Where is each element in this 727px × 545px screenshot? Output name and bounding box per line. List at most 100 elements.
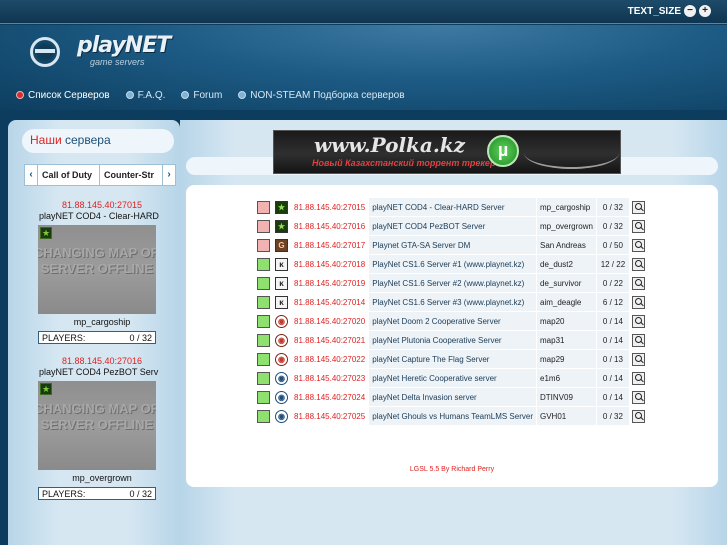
sidebar-server-card: 81.88.145.40:27016 playNET COD4 PezBOT S… bbox=[38, 356, 166, 500]
server-row[interactable]: ᴋ 81.88.145.40:27014 PlayNet CS1.6 Serve… bbox=[255, 293, 647, 311]
top-bar: TEXT_SIZE − + bbox=[0, 0, 727, 24]
server-players: 0 / 14 bbox=[596, 369, 629, 387]
server-row[interactable]: ★ 81.88.145.40:27016 playNET COD4 PezBOT… bbox=[255, 217, 647, 235]
server-row[interactable]: ᴋ 81.88.145.40:27018 PlayNet CS1.6 Serve… bbox=[255, 255, 647, 273]
server-details-magnifier-icon[interactable] bbox=[631, 276, 645, 290]
server-name[interactable]: PlayNet CS1.6 Server #1 (www.playnet.kz) bbox=[369, 255, 536, 273]
server-map: e1m6 bbox=[537, 369, 596, 387]
server-ip[interactable]: 81.88.145.40:27017 bbox=[291, 236, 369, 254]
server-name[interactable]: PlayNet CS1.6 Server #2 (www.playnet.kz) bbox=[369, 274, 536, 292]
server-row[interactable]: ◉ 81.88.145.40:27021 playNet Plutonia Co… bbox=[255, 331, 647, 349]
server-row[interactable]: ★ 81.88.145.40:27015 playNET COD4 - Clea… bbox=[255, 198, 647, 216]
server-row[interactable]: ◉ 81.88.145.40:27024 playNet Delta Invas… bbox=[255, 388, 647, 406]
server-map: map29 bbox=[537, 350, 596, 368]
cs-game-icon: ᴋ bbox=[275, 295, 288, 309]
server-details-magnifier-icon[interactable] bbox=[631, 200, 645, 214]
nav-item-3[interactable]: NON-STEAM Подборка серверов bbox=[238, 90, 405, 101]
server-name[interactable]: playNET COD4 - Clear-HARD Server bbox=[369, 198, 536, 216]
server-row[interactable]: ◉ 81.88.145.40:27020 playNet Doom 2 Coop… bbox=[255, 312, 647, 330]
server-players: 0 / 32 bbox=[596, 198, 629, 216]
server-ip[interactable]: 81.88.145.40:27019 bbox=[291, 274, 369, 292]
server-ip[interactable]: 81.88.145.40:27020 bbox=[291, 312, 369, 330]
server-players: 0 / 14 bbox=[596, 312, 629, 330]
server-row[interactable]: G 81.88.145.40:27017 Playnet GTA-SA Serv… bbox=[255, 236, 647, 254]
tab-counter-strike[interactable]: Counter-Str bbox=[100, 164, 162, 186]
server-name[interactable]: playNet Heretic Cooperative server bbox=[369, 369, 536, 387]
site-logo[interactable]: playNET bbox=[77, 33, 171, 58]
tab-prev-button[interactable]: ‹ bbox=[24, 164, 38, 186]
server-status-indicator bbox=[257, 200, 270, 214]
polka-banner[interactable]: www.Polka.kz Новый Казахстанский торрент… bbox=[273, 130, 621, 174]
sidebar-server-name[interactable]: playNET COD4 - Clear-HARD bbox=[39, 211, 169, 222]
server-status-indicator bbox=[257, 314, 270, 328]
nav-item-label: Forum bbox=[193, 89, 223, 101]
nav-item-2[interactable]: Forum bbox=[181, 90, 222, 101]
tab-call-of-duty[interactable]: Call of Duty bbox=[38, 164, 100, 186]
text-size-increase-button[interactable]: + bbox=[699, 5, 711, 17]
cs-game-icon: ᴋ bbox=[275, 257, 288, 271]
server-ip[interactable]: 81.88.145.40:27018 bbox=[291, 255, 369, 273]
server-row[interactable]: ◉ 81.88.145.40:27025 playNet Ghouls vs H… bbox=[255, 407, 647, 425]
sidebar-players-box: PLAYERS: 0 / 32 bbox=[38, 487, 156, 500]
server-name[interactable]: playNET COD4 PezBOT Server bbox=[369, 217, 536, 235]
server-status-indicator bbox=[257, 409, 270, 423]
heretic-game-icon: ◉ bbox=[275, 409, 288, 423]
tab-next-button[interactable]: › bbox=[162, 164, 176, 186]
server-details-magnifier-icon[interactable] bbox=[631, 219, 645, 233]
nav-bullet-icon bbox=[125, 91, 134, 99]
server-ip[interactable]: 81.88.145.40:27014 bbox=[291, 293, 369, 311]
server-details-magnifier-icon[interactable] bbox=[631, 371, 645, 385]
server-map-image[interactable]: CHANGING MAP OR SERVER OFFLINE ★ bbox=[38, 381, 156, 470]
main-nav: Список Серверов F.A.Q. Forum NON-STEAM Подб… bbox=[16, 88, 405, 102]
server-details-magnifier-icon[interactable] bbox=[631, 314, 645, 328]
server-name[interactable]: playNet Capture The Flag Server bbox=[369, 350, 536, 368]
server-details-magnifier-icon[interactable] bbox=[631, 295, 645, 309]
server-map-image[interactable]: CHANGING MAP OR SERVER OFFLINE ★ bbox=[38, 225, 156, 314]
banner-swirl-decoration bbox=[524, 137, 619, 169]
server-details-magnifier-icon[interactable] bbox=[631, 409, 645, 423]
server-name[interactable]: playNet Doom 2 Cooperative Server bbox=[369, 312, 536, 330]
server-details-magnifier-icon[interactable] bbox=[631, 390, 645, 404]
server-details-magnifier-icon[interactable] bbox=[631, 352, 645, 366]
server-details-magnifier-icon[interactable] bbox=[631, 333, 645, 347]
server-ip[interactable]: 81.88.145.40:27025 bbox=[291, 407, 369, 425]
lgsl-credit[interactable]: LGSL 5.5 By Richard Perry bbox=[186, 466, 718, 473]
server-status-indicator bbox=[257, 219, 270, 233]
server-row[interactable]: ᴋ 81.88.145.40:27019 PlayNet CS1.6 Serve… bbox=[255, 274, 647, 292]
game-tabs: ‹ Call of Duty Counter-Str › bbox=[24, 164, 176, 186]
server-name[interactable]: playNet Delta Invasion server bbox=[369, 388, 536, 406]
banner-subtitle: Новый Казахстанский торрент трекер bbox=[312, 158, 496, 168]
sidebar-server-ip[interactable]: 81.88.145.40:27015 bbox=[38, 200, 166, 211]
server-row[interactable]: ◉ 81.88.145.40:27023 playNet Heretic Coo… bbox=[255, 369, 647, 387]
server-map: GVH01 bbox=[537, 407, 596, 425]
map-offline-text: CHANGING MAP OR SERVER OFFLINE bbox=[38, 401, 156, 432]
server-ip[interactable]: 81.88.145.40:27021 bbox=[291, 331, 369, 349]
server-name[interactable]: playNet Plutonia Cooperative Server bbox=[369, 331, 536, 349]
server-name[interactable]: playNet Ghouls vs Humans TeamLMS Server bbox=[369, 407, 536, 425]
nav-item-0[interactable]: Список Серверов bbox=[16, 90, 110, 101]
server-ip[interactable]: 81.88.145.40:27024 bbox=[291, 388, 369, 406]
server-ip[interactable]: 81.88.145.40:27023 bbox=[291, 369, 369, 387]
server-name[interactable]: PlayNet CS1.6 Server #3 (www.playnet.kz) bbox=[369, 293, 536, 311]
server-players: 0 / 32 bbox=[596, 407, 629, 425]
server-details-magnifier-icon[interactable] bbox=[631, 238, 645, 252]
server-ip[interactable]: 81.88.145.40:27015 bbox=[291, 198, 369, 216]
server-name[interactable]: Playnet GTA-SA Server DM bbox=[369, 236, 536, 254]
server-players: 0 / 14 bbox=[596, 388, 629, 406]
server-ip[interactable]: 81.88.145.40:27016 bbox=[291, 217, 369, 235]
server-players: 6 / 12 bbox=[596, 293, 629, 311]
server-details-magnifier-icon[interactable] bbox=[631, 257, 645, 271]
server-map: de_survivor bbox=[537, 274, 596, 292]
server-map: San Andreas bbox=[537, 236, 596, 254]
text-size-decrease-button[interactable]: − bbox=[684, 5, 696, 17]
sidebar-server-ip[interactable]: 81.88.145.40:27016 bbox=[38, 356, 166, 367]
sidebar-server-name[interactable]: playNET COD4 PezBOT Serv bbox=[39, 367, 169, 378]
server-ip[interactable]: 81.88.145.40:27022 bbox=[291, 350, 369, 368]
server-row[interactable]: ◉ 81.88.145.40:27022 playNet Capture The… bbox=[255, 350, 647, 368]
sidebar-title: Наши сервера bbox=[22, 129, 174, 153]
server-map: aim_deagle bbox=[537, 293, 596, 311]
text-size-control: TEXT_SIZE − + bbox=[628, 4, 711, 18]
gta-game-icon: G bbox=[275, 238, 288, 252]
server-players: 0 / 50 bbox=[596, 236, 629, 254]
nav-item-1[interactable]: F.A.Q. bbox=[125, 90, 165, 101]
